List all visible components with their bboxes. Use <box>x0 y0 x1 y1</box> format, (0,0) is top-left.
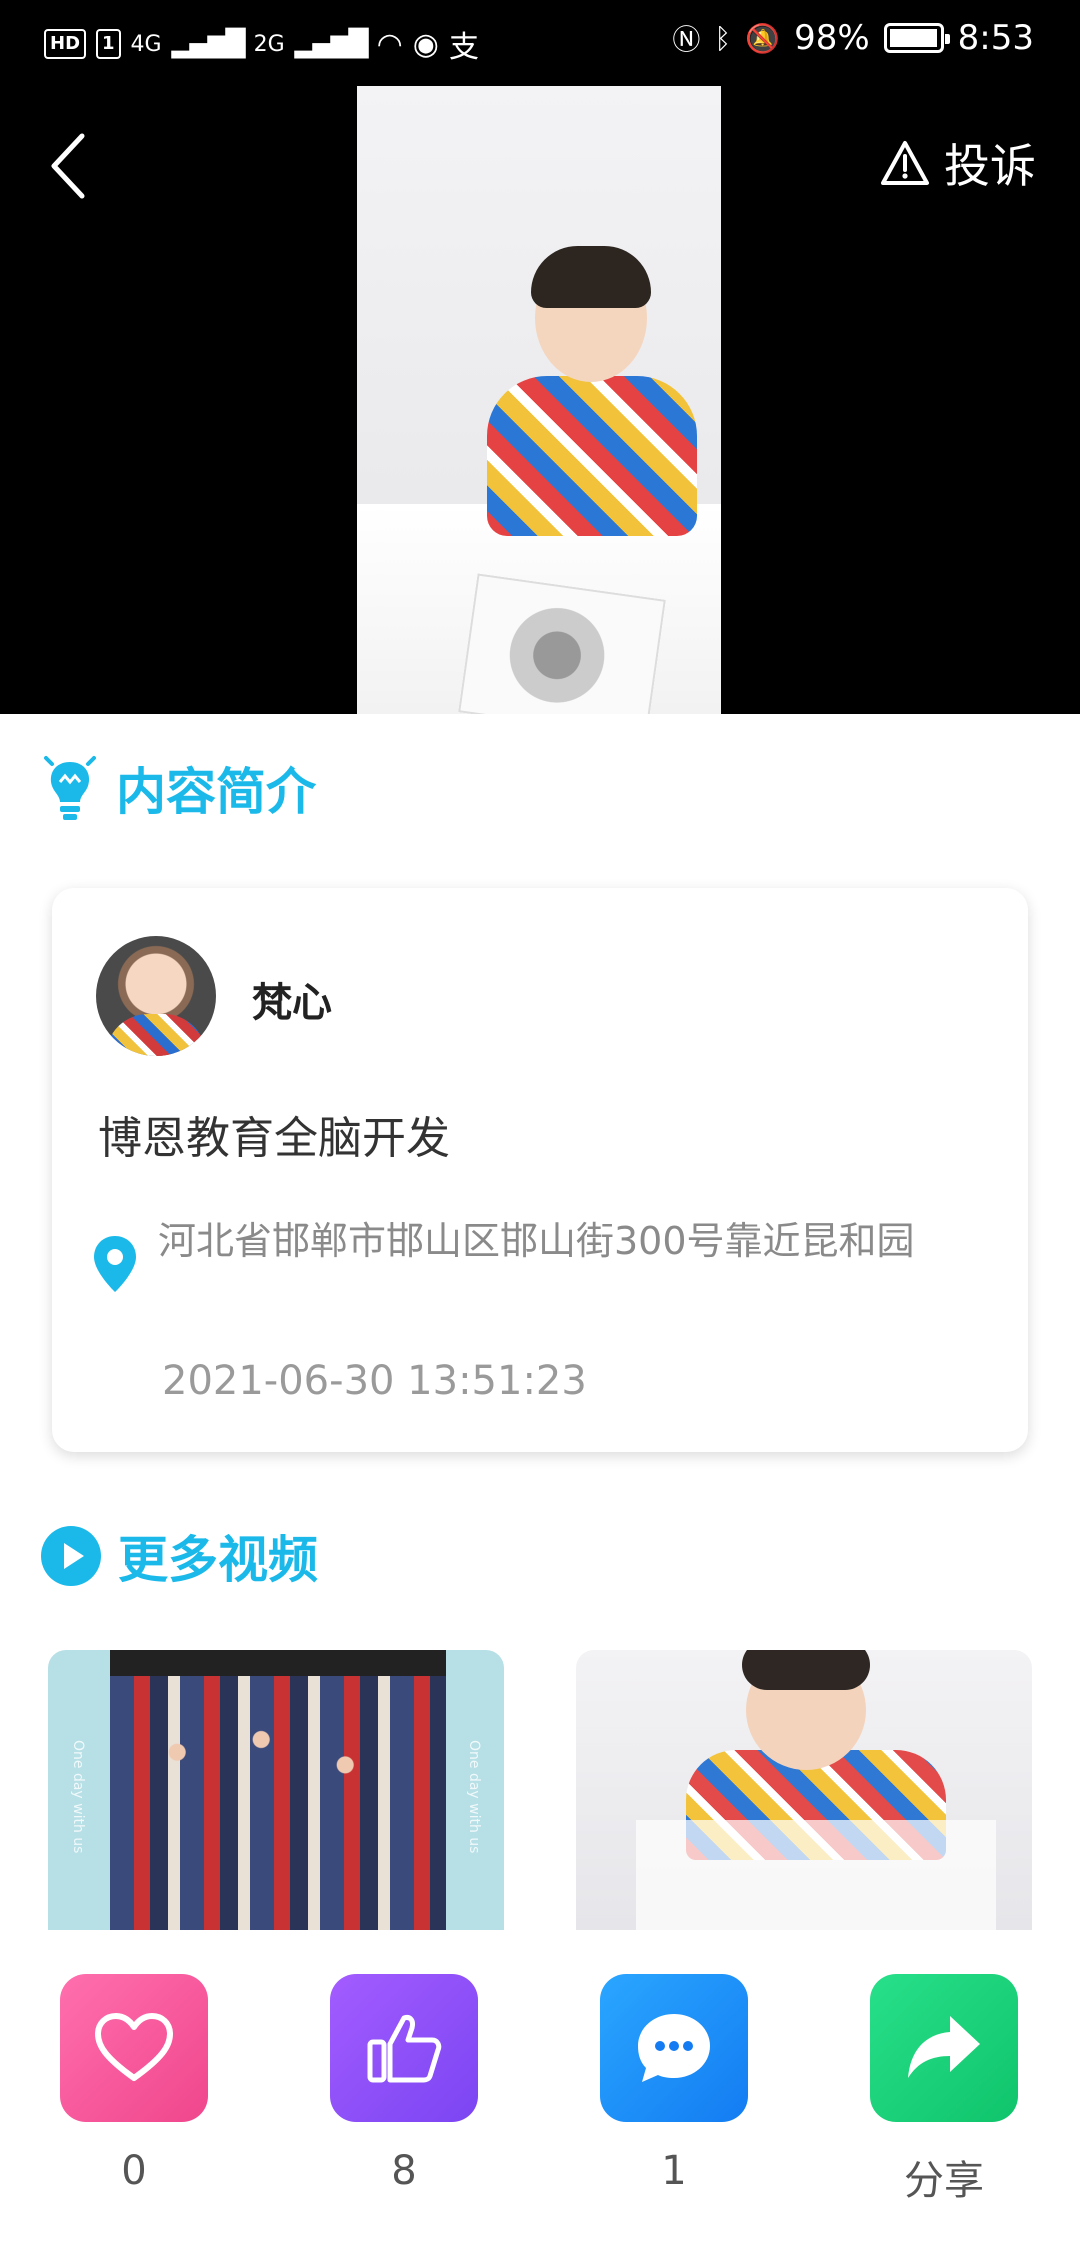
more-videos-heading-label: 更多视频 <box>118 1531 318 1589</box>
share-button[interactable] <box>870 1974 1018 2122</box>
heart-icon <box>95 2013 173 2081</box>
status-left: HD 1 4G ▂▄▆█ 2G ▂▄▆█ ◠ ◉ 支 <box>44 22 479 66</box>
net-4g-label: 4G <box>130 31 162 57</box>
comment-count: 1 <box>661 2148 687 2194</box>
warning-icon <box>881 141 929 185</box>
like-button[interactable] <box>330 1974 478 2122</box>
intro-heading-label: 内容简介 <box>116 763 316 821</box>
favorite-count: 0 <box>121 2148 147 2194</box>
alipay-icon: 支 <box>448 30 479 65</box>
avatar[interactable] <box>96 936 216 1056</box>
comment-action[interactable]: 1 <box>600 1974 748 2194</box>
more-videos-heading: 更多视频 <box>40 1520 318 1592</box>
battery-percent: 98% <box>794 18 870 58</box>
comment-button[interactable] <box>600 1974 748 2122</box>
video-player[interactable]: 投诉 <box>0 86 1080 714</box>
thumb-side-text-left: One day with us <box>70 1740 86 1854</box>
hd-badge: HD <box>44 29 87 59</box>
play-circle-icon <box>41 1526 101 1586</box>
mute-bell-icon: 🔕 <box>745 21 781 55</box>
clock: 8:53 <box>957 18 1034 58</box>
intro-heading: 内容简介 <box>40 752 316 824</box>
battery-fill <box>889 29 937 47</box>
status-right: Ⓝ ᛒ 🔕 98% 8:53 <box>672 18 1034 58</box>
action-bar: 0 8 1 分享 <box>0 1930 1080 2244</box>
chat-bubble-icon <box>638 2014 710 2082</box>
thumbs-up-icon <box>367 2015 442 2083</box>
like-count: 8 <box>391 2148 417 2194</box>
report-button[interactable]: 投诉 <box>880 130 1036 196</box>
intro-card: 梵心 博恩教育全脑开发 河北省邯郸市邯山区邯山街300号靠近昆和园 2021-0… <box>52 888 1028 1452</box>
video-frame[interactable] <box>357 86 721 714</box>
battery-icon <box>883 23 950 53</box>
timestamp: 2021-06-30 13:51:23 <box>162 1358 587 1404</box>
address: 河北省邯郸市邯山区邯山街300号靠近昆和园 <box>158 1219 915 1263</box>
video-thumbnail-1[interactable]: One day with us One day with us <box>48 1650 504 1930</box>
bluetooth-icon: ᛒ <box>714 21 732 55</box>
location-pin-icon <box>94 1236 136 1292</box>
status-bar: HD 1 4G ▂▄▆█ 2G ▂▄▆█ ◠ ◉ 支 Ⓝ ᛒ 🔕 98% 8:5… <box>0 0 1080 86</box>
signal-icon: ▂▄▆█ <box>171 29 246 59</box>
share-label: 分享 <box>904 2158 984 2204</box>
share-action[interactable]: 分享 <box>870 1974 1018 2206</box>
wifi-icon: ◠ <box>376 26 403 62</box>
report-label: 投诉 <box>944 139 1036 193</box>
nfc-icon: Ⓝ <box>672 23 701 56</box>
lightbulb-icon <box>44 756 96 820</box>
favorite-button[interactable] <box>60 1974 208 2122</box>
eye-icon: ◉ <box>412 26 439 62</box>
net-2g-label: 2G <box>253 31 285 57</box>
sim-badge: 1 <box>96 29 121 59</box>
video-thumbnail-2[interactable] <box>576 1650 1032 1930</box>
signal-icon-2: ▂▄▆█ <box>294 29 369 59</box>
thumb-side-text-right: One day with us <box>466 1740 482 1854</box>
share-arrow-icon <box>908 2016 980 2078</box>
like-action[interactable]: 8 <box>330 1974 478 2194</box>
video-description: 博恩教育全脑开发 <box>98 1113 450 1164</box>
author-name[interactable]: 梵心 <box>252 970 332 1028</box>
favorite-action[interactable]: 0 <box>60 1974 208 2194</box>
back-icon[interactable] <box>40 126 100 206</box>
